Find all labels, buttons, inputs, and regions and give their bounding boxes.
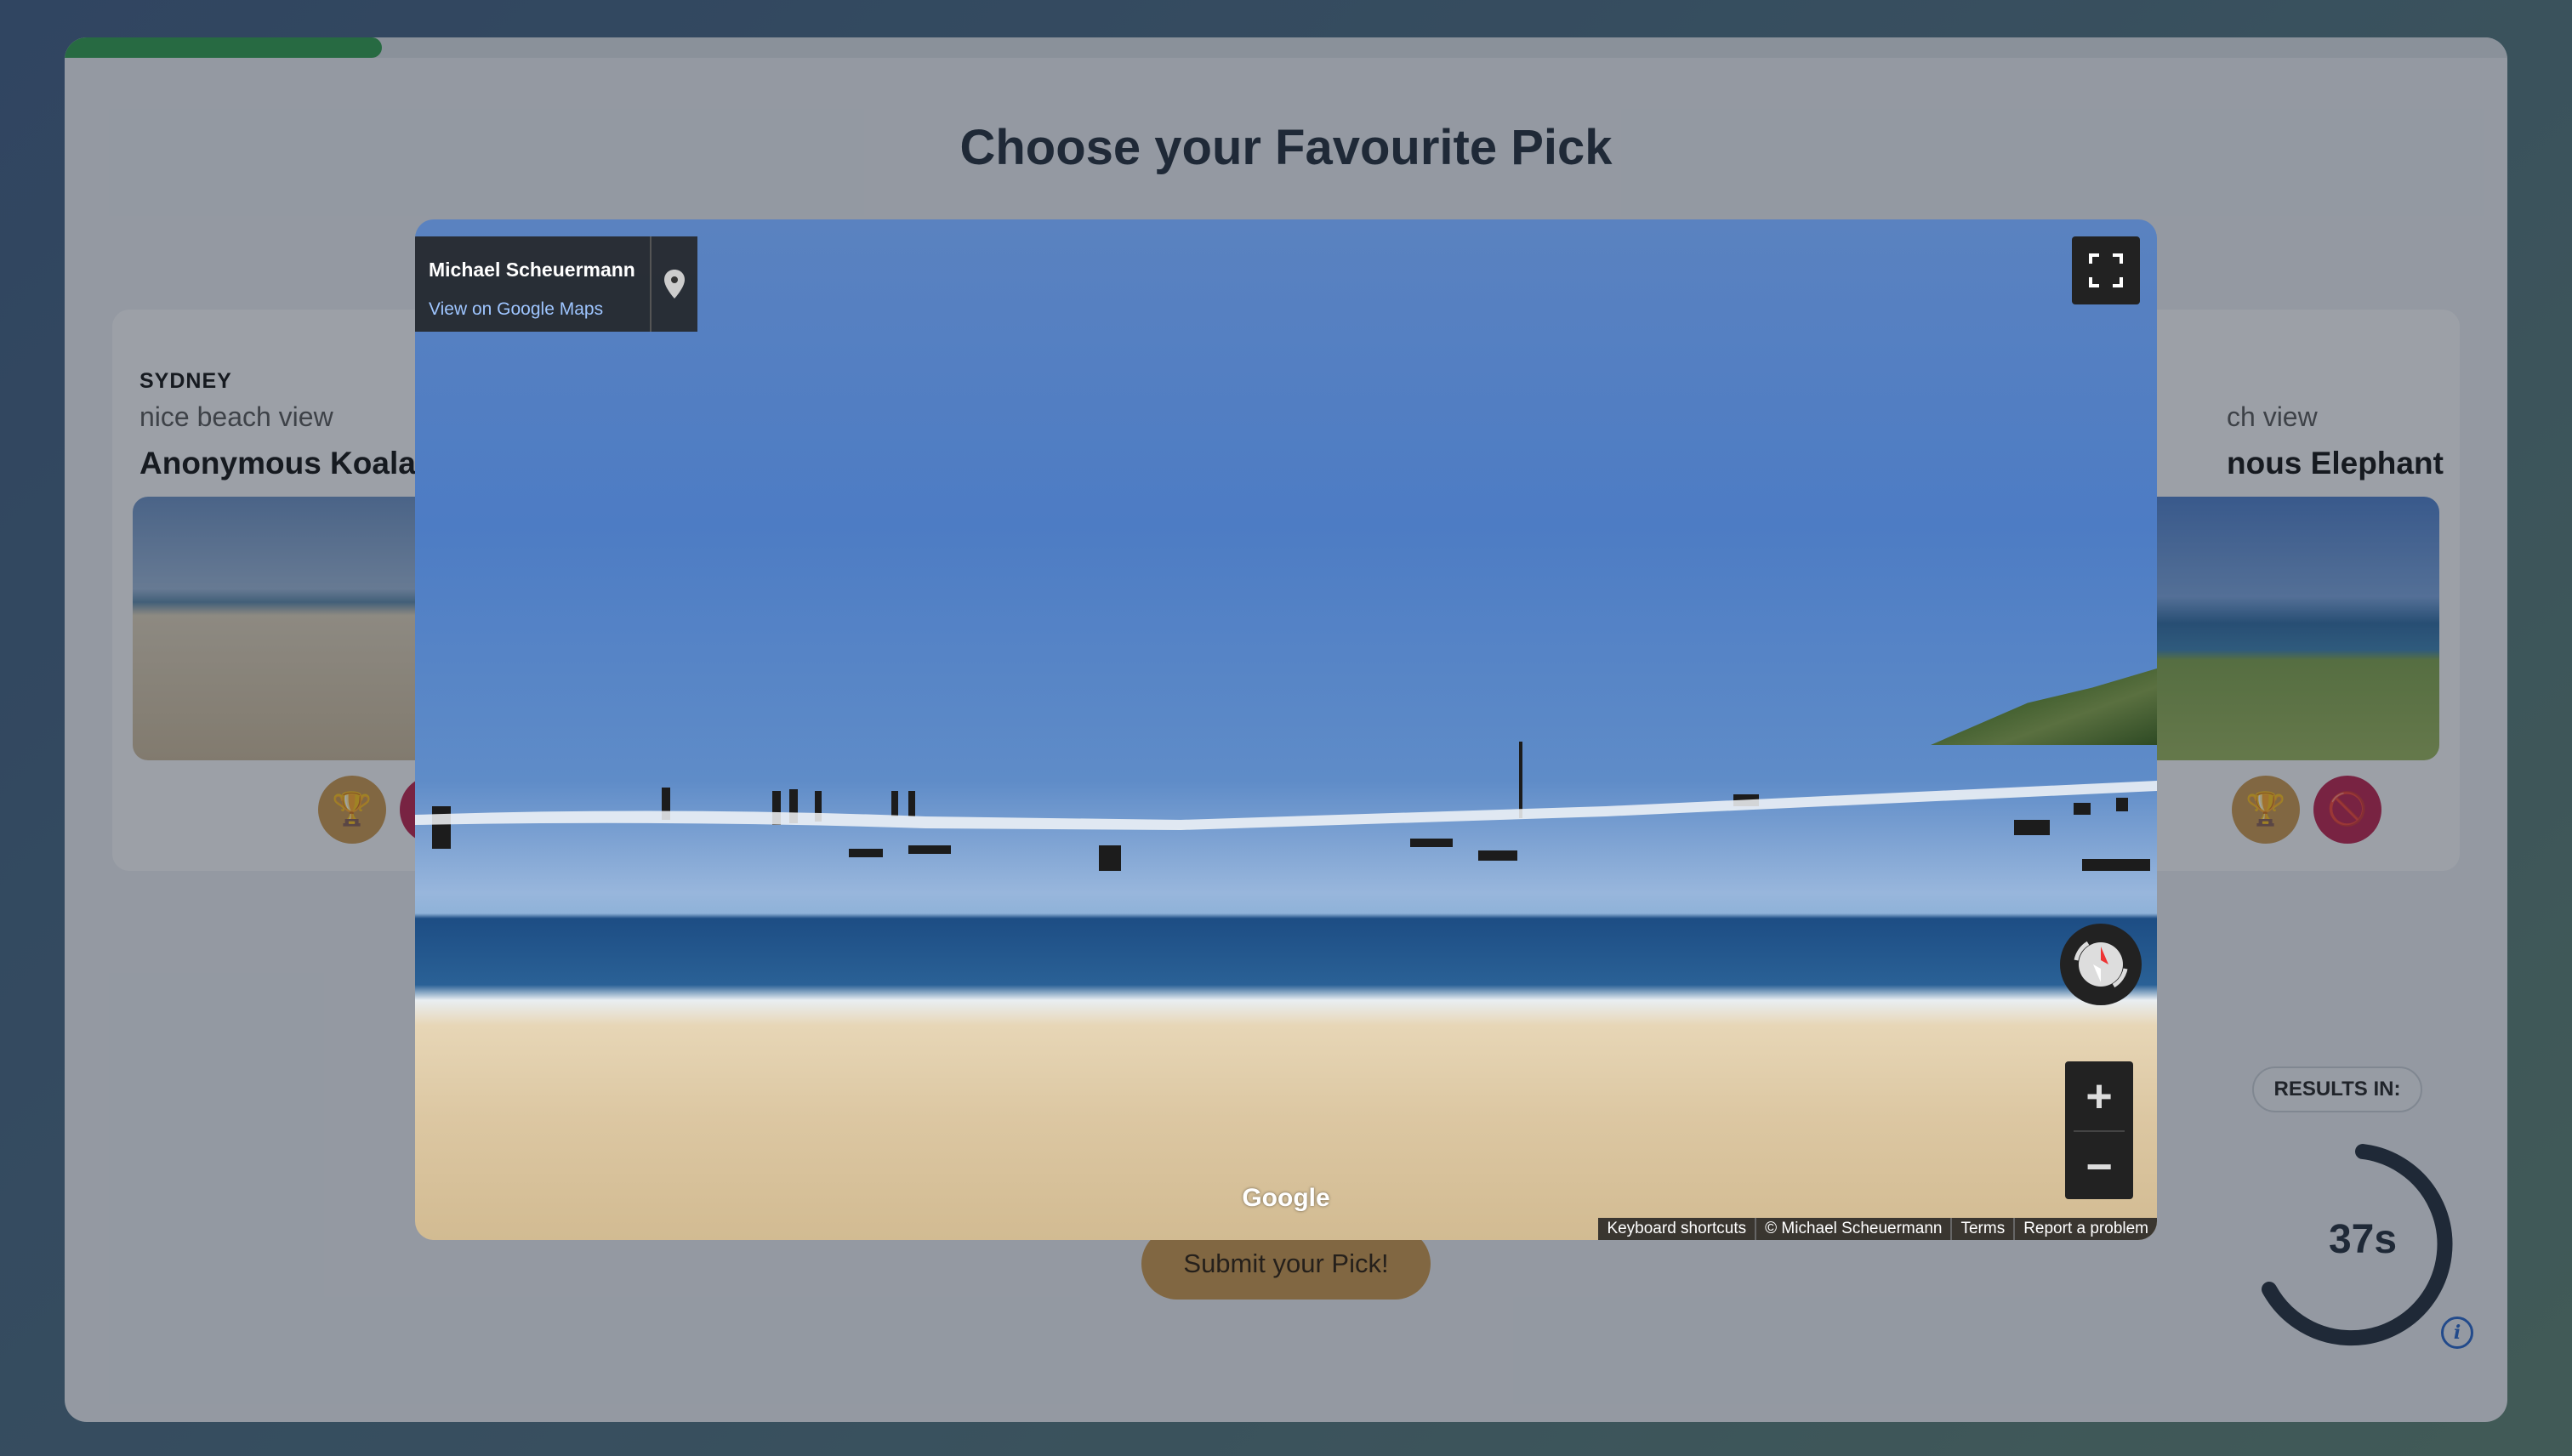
street-view-info-box: Michael Scheuermann View on Google Maps (415, 236, 697, 332)
google-logo: Google (1242, 1184, 1330, 1212)
map-pin-icon (664, 270, 685, 299)
terms-link[interactable]: Terms (1950, 1218, 2013, 1240)
photographer-name: Michael Scheuermann (429, 259, 635, 281)
street-view-modal[interactable]: Michael Scheuermann View on Google Maps … (415, 219, 2157, 1240)
report-problem-link[interactable]: Report a problem (2013, 1218, 2157, 1240)
zoom-control[interactable]: + − (2065, 1061, 2133, 1199)
compass-icon (2074, 941, 2128, 988)
beachgoers (415, 742, 2157, 871)
fullscreen-icon (2089, 253, 2123, 287)
fullscreen-button[interactable] (2072, 236, 2140, 304)
map-pin-button[interactable] (650, 236, 697, 332)
keyboard-shortcuts-link[interactable]: Keyboard shortcuts (1598, 1218, 1755, 1240)
compass-button[interactable] (2060, 924, 2142, 1005)
view-on-google-maps-link[interactable]: View on Google Maps (429, 299, 603, 320)
zoom-in-icon[interactable]: + (2065, 1061, 2133, 1130)
copyright-text: © Michael Scheuermann (1755, 1218, 1950, 1240)
attribution-bar: Keyboard shortcuts © Michael Scheuermann… (1598, 1218, 2157, 1240)
